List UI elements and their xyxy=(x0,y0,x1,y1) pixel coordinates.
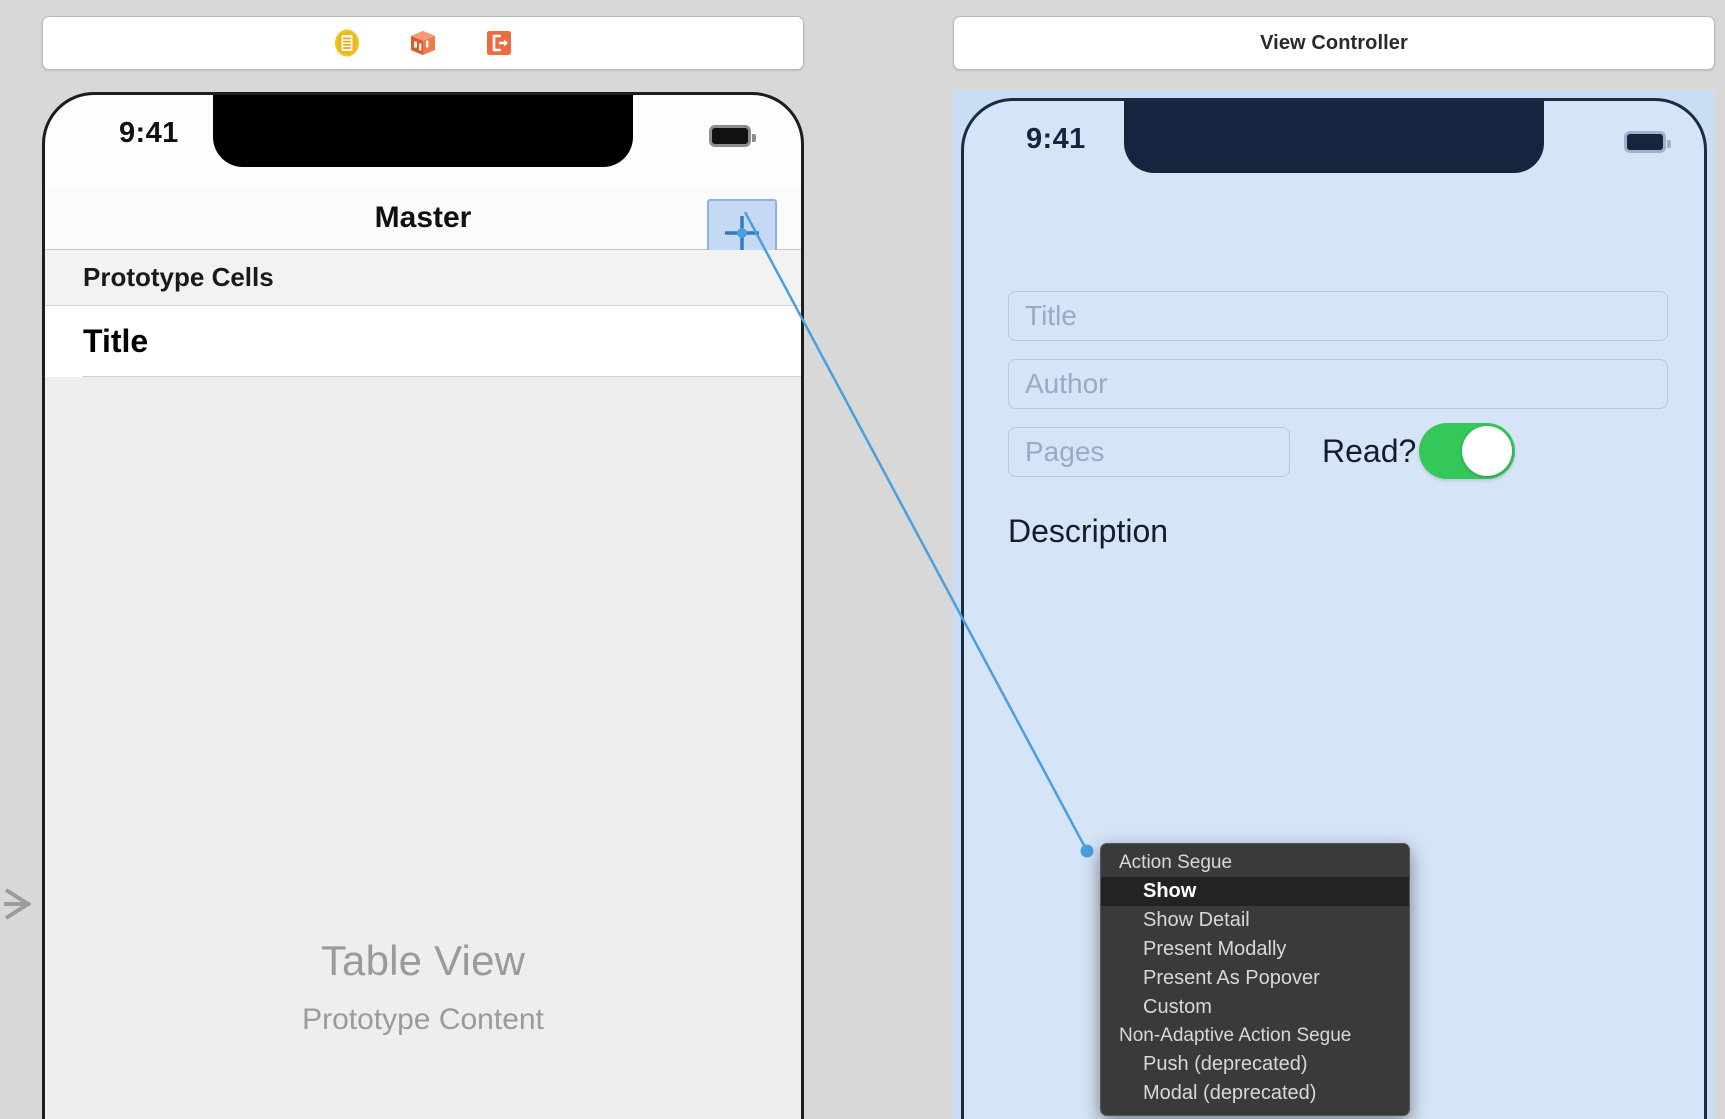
navigation-bar-title: Master xyxy=(374,201,472,234)
status-bar-time: 9:41 xyxy=(119,117,179,149)
table-view-placeholder: Table View Prototype Content xyxy=(45,937,801,1037)
scene-1-titlebar[interactable] xyxy=(42,16,804,70)
table-view-placeholder-subtitle: Prototype Content xyxy=(302,1003,544,1036)
table-view-placeholder-title: Table View xyxy=(320,937,526,984)
prototype-cell-label: Title xyxy=(83,322,149,359)
scene-1-device[interactable]: 9:41 Master Prototype Cells Title Table … xyxy=(42,92,804,1119)
table-section-header: Prototype Cells xyxy=(45,250,801,306)
menu-item-present-modally[interactable]: Present Modally xyxy=(1101,935,1409,964)
battery-icon xyxy=(1624,131,1671,153)
scene-1-titlebar-inner xyxy=(42,16,804,70)
description-label: Description xyxy=(1008,513,1169,549)
exit-icon[interactable] xyxy=(484,28,514,58)
menu-item-custom[interactable]: Custom xyxy=(1101,993,1409,1022)
pages-field[interactable]: Pages xyxy=(1008,427,1290,477)
author-field[interactable]: Author xyxy=(1008,359,1668,409)
table-section-header-label: Prototype Cells xyxy=(83,262,274,292)
device-notch xyxy=(1124,101,1544,173)
menu-group-header-non-adaptive-action-segue: Non-Adaptive Action Segue xyxy=(1119,1025,1352,1046)
storyboard-canvas: 9:41 Master Prototype Cells Title Table … xyxy=(0,0,1725,1119)
author-field-placeholder: Author xyxy=(1025,368,1108,399)
battery-icon xyxy=(709,125,756,147)
title-field[interactable]: Title xyxy=(1008,291,1668,341)
navigation-bar: Master xyxy=(45,187,801,267)
read-switch-knob xyxy=(1462,426,1512,476)
first-responder-cube-icon[interactable] xyxy=(408,28,438,58)
status-bar-time: 9:41 xyxy=(1026,123,1086,155)
read-switch[interactable] xyxy=(1419,423,1515,479)
scene-2-title-label: View Controller xyxy=(1260,31,1408,54)
menu-item-modal-deprecated[interactable]: Modal (deprecated) xyxy=(1101,1079,1409,1108)
menu-item-show-detail[interactable]: Show Detail xyxy=(1101,906,1409,935)
menu-item-present-as-popover[interactable]: Present As Popover xyxy=(1101,964,1409,993)
menu-item-push-deprecated[interactable]: Push (deprecated) xyxy=(1101,1050,1409,1079)
pane-divider xyxy=(806,0,807,1119)
title-field-placeholder: Title xyxy=(1025,300,1077,331)
status-bar: 9:41 xyxy=(45,95,801,187)
scene-2-titlebar[interactable]: View Controller xyxy=(953,16,1715,70)
document-outline-icon[interactable] xyxy=(332,28,362,58)
arrow-right-icon xyxy=(4,888,32,920)
pages-field-placeholder: Pages xyxy=(1025,436,1105,467)
menu-item-show[interactable]: Show xyxy=(1101,877,1409,906)
table-view-body[interactable]: Table View Prototype Content xyxy=(45,377,801,1119)
read-label: Read? xyxy=(1322,433,1417,469)
menu-group-header-action-segue: Action Segue xyxy=(1119,852,1233,873)
prototype-cell[interactable]: Title xyxy=(45,306,801,376)
storyboard-entry-point-arrow[interactable] xyxy=(2,880,42,928)
scene-2-titlebar-inner: View Controller xyxy=(953,16,1715,70)
action-segue-context-menu[interactable]: Action Segue Show Show Detail Present Mo… xyxy=(1100,843,1410,1116)
